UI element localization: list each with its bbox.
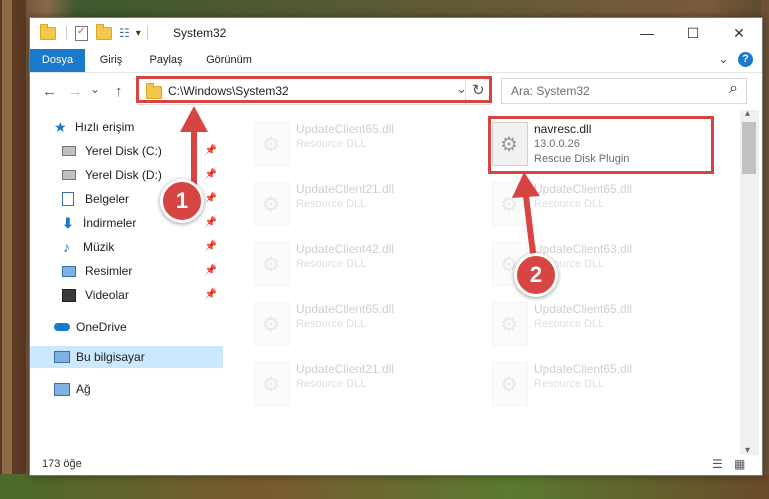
annotation-overlay: [180, 106, 540, 263]
arrow-2-shaft: [523, 195, 537, 263]
arrow-1-head: [180, 106, 208, 132]
step-marker-1: 1: [160, 179, 204, 223]
arrow-2-head: [512, 172, 540, 198]
step-marker-2: 2: [514, 253, 558, 297]
